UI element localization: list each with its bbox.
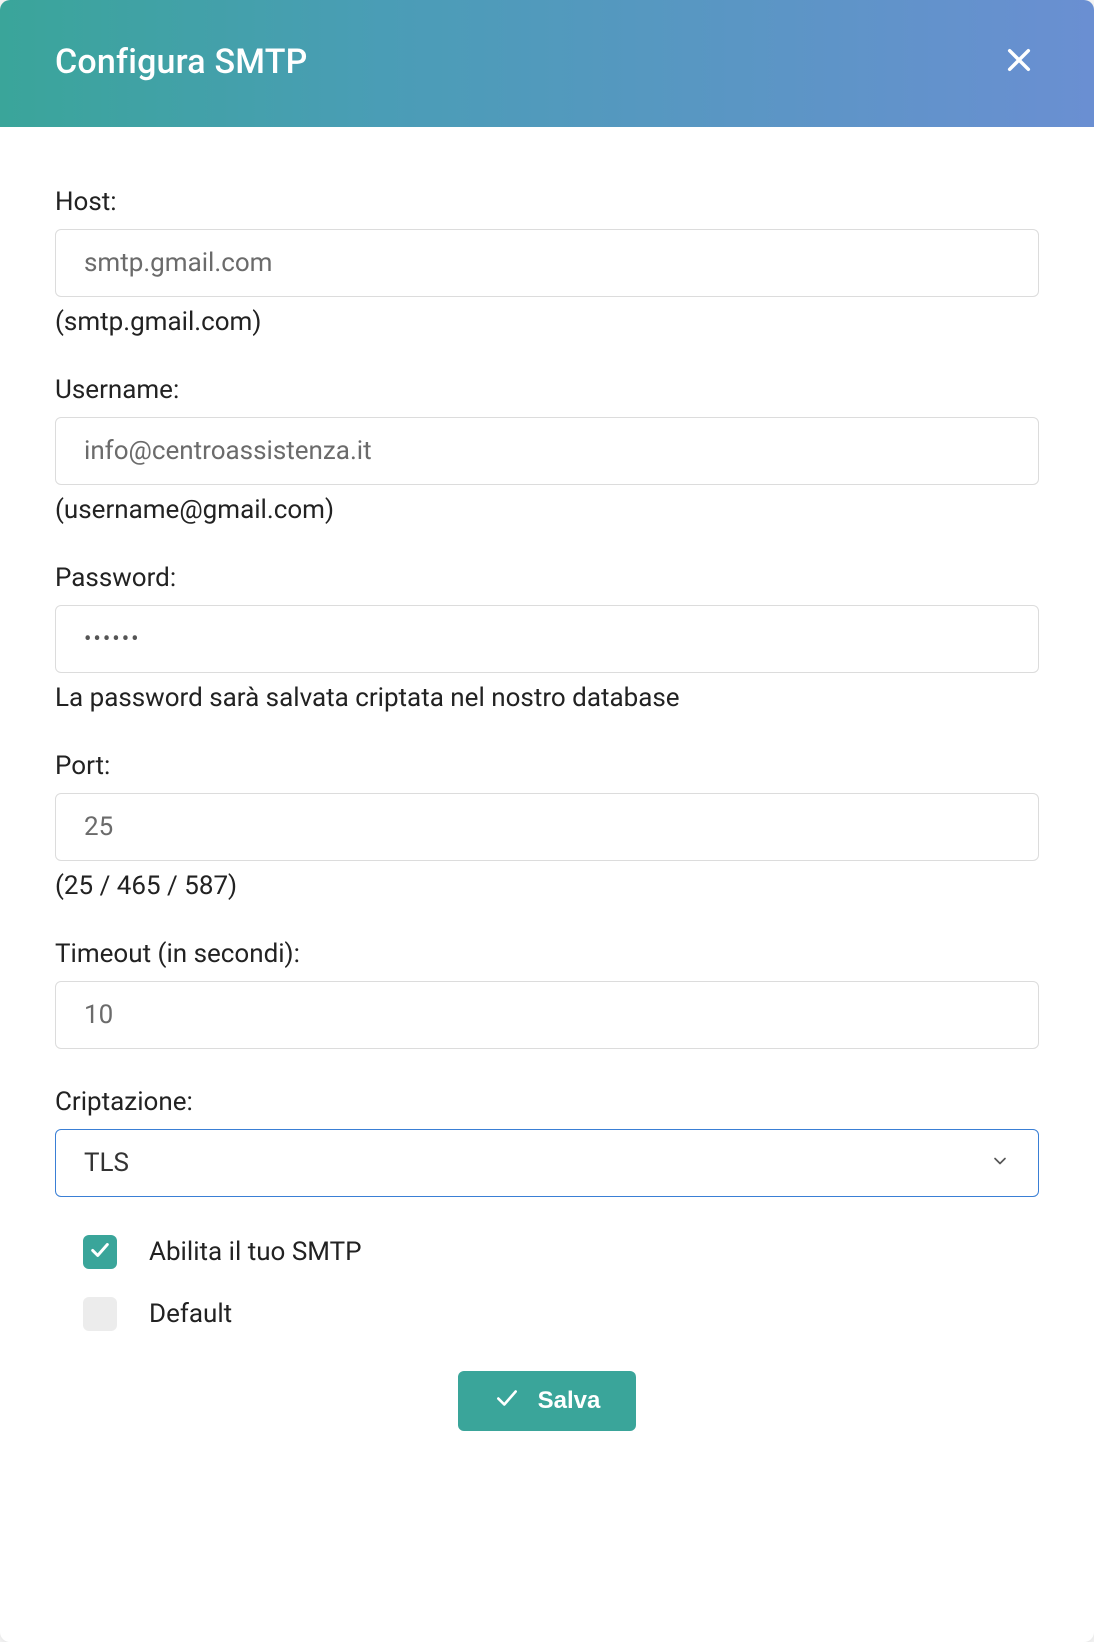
- port-label: Port:: [55, 751, 1039, 781]
- enable-smtp-label: Abilita il tuo SMTP: [149, 1237, 362, 1267]
- default-checkbox[interactable]: [83, 1297, 117, 1331]
- save-button-label: Salva: [538, 1387, 601, 1415]
- username-label: Username:: [55, 375, 1039, 405]
- password-hint: La password sarà salvata criptata nel no…: [55, 683, 1039, 713]
- host-group: Host: (smtp.gmail.com): [55, 187, 1039, 337]
- timeout-label: Timeout (in secondi):: [55, 939, 1039, 969]
- password-masked-value: ••••••: [84, 606, 141, 672]
- default-row: Default: [83, 1297, 1039, 1331]
- encryption-value: TLS: [84, 1148, 129, 1178]
- modal-header: Configura SMTP: [0, 0, 1094, 127]
- port-hint: (25 / 465 / 587): [55, 871, 1039, 901]
- username-hint: (username@gmail.com): [55, 495, 1039, 525]
- port-group: Port: (25 / 465 / 587): [55, 751, 1039, 901]
- username-input[interactable]: [55, 417, 1039, 485]
- host-hint: (smtp.gmail.com): [55, 307, 1039, 337]
- username-group: Username: (username@gmail.com): [55, 375, 1039, 525]
- host-label: Host:: [55, 187, 1039, 217]
- modal-title: Configura SMTP: [55, 42, 308, 82]
- timeout-input[interactable]: [55, 981, 1039, 1049]
- enable-smtp-checkbox[interactable]: [83, 1235, 117, 1269]
- check-icon: [494, 1385, 520, 1418]
- encryption-label: Criptazione:: [55, 1087, 1039, 1117]
- smtp-config-modal: Configura SMTP Host: (smtp.gmail.com) Us…: [0, 0, 1094, 1642]
- encryption-group: Criptazione: TLS: [55, 1087, 1039, 1197]
- modal-body: Host: (smtp.gmail.com) Username: (userna…: [0, 127, 1094, 1642]
- save-button[interactable]: Salva: [458, 1371, 637, 1431]
- password-label: Password:: [55, 563, 1039, 593]
- password-group: Password: •••••• La password sarà salvat…: [55, 563, 1039, 713]
- host-input[interactable]: [55, 229, 1039, 297]
- timeout-group: Timeout (in secondi):: [55, 939, 1039, 1049]
- close-icon: [1003, 44, 1035, 79]
- actions-bar: Salva: [55, 1371, 1039, 1431]
- encryption-select[interactable]: TLS: [55, 1129, 1039, 1197]
- enable-smtp-row: Abilita il tuo SMTP: [83, 1235, 1039, 1269]
- password-input[interactable]: ••••••: [55, 605, 1039, 673]
- port-input[interactable]: [55, 793, 1039, 861]
- chevron-down-icon: [990, 1148, 1010, 1178]
- check-icon: [89, 1239, 111, 1265]
- default-label: Default: [149, 1299, 232, 1329]
- close-button[interactable]: [999, 40, 1039, 83]
